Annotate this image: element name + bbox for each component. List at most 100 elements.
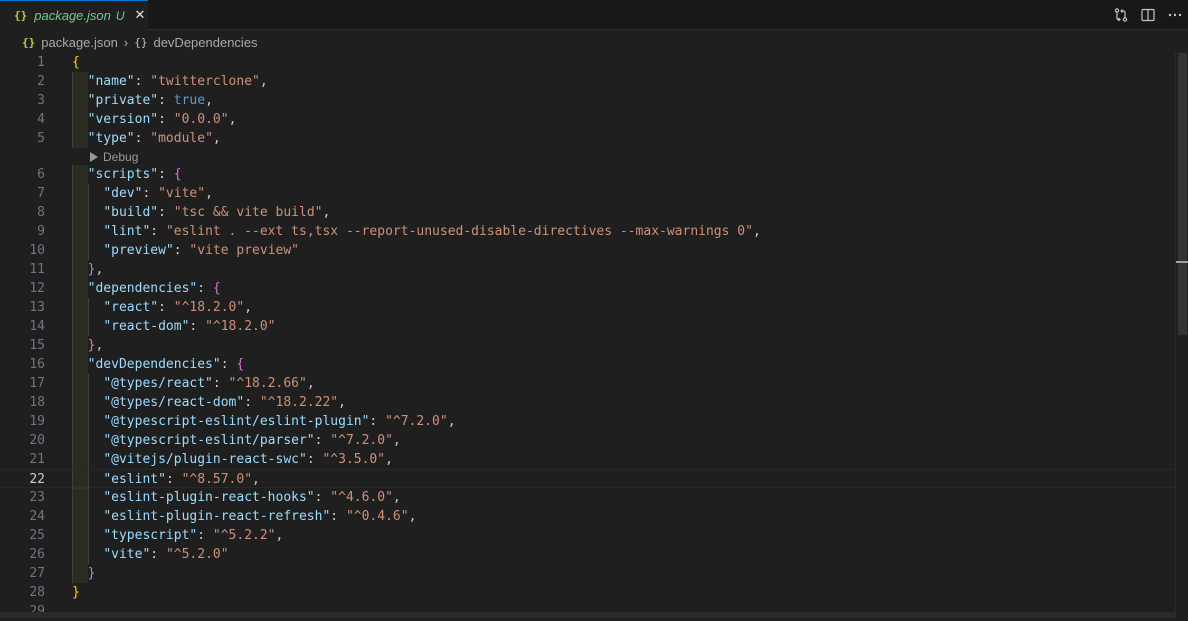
token: : xyxy=(197,281,213,296)
token: , xyxy=(252,472,260,487)
line-code: "@vitejs/plugin-react-swc": "^3.5.0", xyxy=(72,450,393,469)
token: : xyxy=(158,300,174,315)
token: "tsc && vite build" xyxy=(173,205,323,220)
code-line[interactable]: 11 }, xyxy=(0,260,1175,279)
code-line[interactable]: 25 "typescript": "^5.2.2", xyxy=(0,526,1175,545)
codelens-label: Debug xyxy=(103,149,139,164)
token: "0.0.0" xyxy=(173,112,229,127)
code-line[interactable]: 28} xyxy=(0,583,1175,602)
line-number: 26 xyxy=(29,547,45,562)
code-line[interactable]: 2 "name": "twitterclone", xyxy=(0,72,1175,91)
code-line[interactable]: 27 } xyxy=(0,564,1175,583)
line-code: "scripts": { xyxy=(72,165,182,184)
code-line[interactable]: 5 "type": "module", xyxy=(0,129,1175,148)
token: "eslint . --ext ts,tsx --report-unused-d… xyxy=(165,224,753,239)
token: "vite" xyxy=(103,547,151,562)
code-line[interactable]: 17 "@types/react": "^18.2.66", xyxy=(0,374,1175,393)
line-number: 10 xyxy=(29,243,45,258)
debug-codelens[interactable]: Debug xyxy=(88,148,138,165)
more-actions-icon[interactable] xyxy=(1162,4,1188,26)
token: "eslint-plugin-react-refresh" xyxy=(103,509,331,524)
code-line[interactable]: 3 "private": true, xyxy=(0,91,1175,110)
code-line[interactable]: 4 "version": "0.0.0", xyxy=(0,110,1175,129)
line-code: "devDependencies": { xyxy=(72,355,245,374)
code-line[interactable]: 10 "preview": "vite preview" xyxy=(0,241,1175,260)
token: : xyxy=(330,509,346,524)
token: "twitterclone" xyxy=(150,74,260,89)
split-editor-icon[interactable] xyxy=(1135,4,1161,26)
json-file-icon: {} xyxy=(22,35,36,49)
code-line[interactable]: 23 "eslint-plugin-react-hooks": "^4.6.0"… xyxy=(0,488,1175,507)
breadcrumb: {} package.json › {} devDependencies xyxy=(0,31,1188,53)
code-line[interactable]: 22 "eslint": "^8.57.0", xyxy=(0,469,1175,489)
code-line[interactable]: 19 "@typescript-eslint/eslint-plugin": "… xyxy=(0,412,1175,431)
token: , xyxy=(95,338,104,353)
chevron-right-icon: › xyxy=(123,34,129,50)
token: "vite" xyxy=(158,186,206,201)
code-line[interactable]: 24 "eslint-plugin-react-refresh": "^0.4.… xyxy=(0,507,1175,526)
token: : xyxy=(165,472,182,487)
token: "^8.57.0" xyxy=(181,472,253,487)
code-line[interactable]: 21 "@vitejs/plugin-react-swc": "^3.5.0", xyxy=(0,450,1175,469)
token: : xyxy=(244,395,260,410)
vertical-scrollbar[interactable] xyxy=(1175,53,1188,618)
code-line[interactable]: 18 "@types/react-dom": "^18.2.22", xyxy=(0,393,1175,412)
line-number: 23 xyxy=(29,490,45,505)
line-code: "react-dom": "^18.2.0" xyxy=(72,317,275,336)
token: "private" xyxy=(87,93,159,108)
token: , xyxy=(95,262,104,277)
token: : xyxy=(158,112,174,127)
token: "eslint" xyxy=(103,472,166,487)
code-editor[interactable]: 1{2 "name": "twitterclone", 3 "private": … xyxy=(0,53,1188,619)
token: : xyxy=(189,319,206,334)
code-line[interactable]: 14 "react-dom": "^18.2.0" xyxy=(0,317,1175,336)
line-number: 15 xyxy=(29,338,45,353)
code-line[interactable]: 15 }, xyxy=(0,336,1175,355)
code-line[interactable]: 13 "react": "^18.2.0", xyxy=(0,298,1175,317)
code-line[interactable]: 12 "dependencies": { xyxy=(0,279,1175,298)
line-code: }, xyxy=(72,336,104,355)
code-line[interactable]: 1{ xyxy=(0,53,1175,72)
line-code: "react": "^18.2.0", xyxy=(72,298,252,317)
token: : xyxy=(212,376,229,391)
line-number: 3 xyxy=(37,93,45,108)
token: "vite preview" xyxy=(189,243,299,258)
breadcrumb-file[interactable]: package.json xyxy=(41,35,118,50)
token: : xyxy=(173,243,190,258)
code-line[interactable]: 8 "build": "tsc && vite build", xyxy=(0,203,1175,222)
scrollbar-thumb[interactable] xyxy=(1178,53,1187,335)
code-line[interactable]: 7 "dev": "vite", xyxy=(0,184,1175,203)
line-code: "name": "twitterclone", xyxy=(72,72,268,91)
code-line[interactable]: 6 "scripts": { xyxy=(0,165,1175,184)
token: } xyxy=(72,585,80,600)
line-code: "lint": "eslint . --ext ts,tsx --report-… xyxy=(72,222,760,241)
code-line[interactable]: 26 "vite": "^5.2.0" xyxy=(0,545,1175,564)
code-line[interactable]: 16 "devDependencies": { xyxy=(0,355,1175,374)
token: , xyxy=(447,414,456,429)
horizontal-scrollbar[interactable] xyxy=(0,612,1175,618)
token: "^18.2.66" xyxy=(228,376,307,391)
git-compare-icon[interactable] xyxy=(1108,4,1134,26)
token: "version" xyxy=(87,112,159,127)
token: "typescript" xyxy=(103,528,198,543)
line-number: 13 xyxy=(29,300,45,315)
close-icon[interactable]: ✕ xyxy=(135,8,146,23)
tab-package-json[interactable]: {} package.json U ✕ xyxy=(0,0,148,30)
code-line[interactable]: 20 "@typescript-eslint/parser": "^7.2.0"… xyxy=(0,431,1175,450)
token: "^5.2.2" xyxy=(212,528,276,543)
line-code: { xyxy=(72,53,80,72)
breadcrumb-symbol[interactable]: devDependencies xyxy=(153,35,257,50)
token: "@typescript-eslint/parser" xyxy=(103,433,315,448)
code-line[interactable]: 9 "lint": "eslint . --ext ts,tsx --repor… xyxy=(0,222,1175,241)
